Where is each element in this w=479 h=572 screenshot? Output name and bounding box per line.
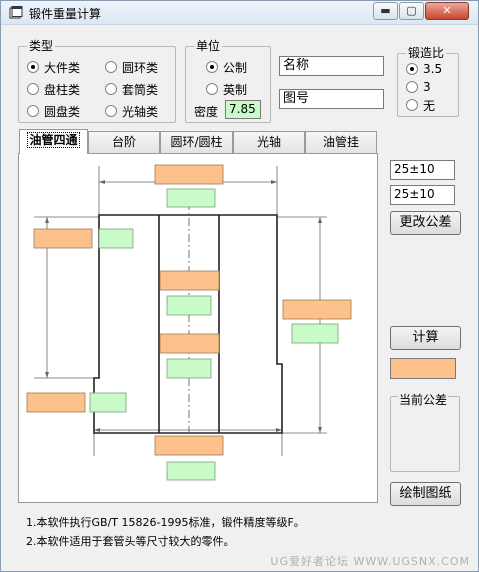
radio-label: 套筒类 bbox=[122, 82, 159, 97]
middle-bore-result bbox=[166, 358, 212, 379]
window-title: 锻件重量计算 bbox=[29, 7, 102, 21]
close-button[interactable]: ✕ bbox=[425, 2, 469, 20]
tab-step[interactable]: 台阶 bbox=[88, 131, 160, 153]
radio-dot bbox=[406, 81, 418, 93]
right-height-result bbox=[291, 323, 339, 344]
tab-shaft[interactable]: 光轴 bbox=[233, 131, 305, 153]
current-tolerance-title: 当前公差 bbox=[398, 392, 449, 408]
maximize-button[interactable]: ▢ bbox=[399, 2, 424, 20]
left-height-result bbox=[98, 228, 134, 249]
right-height-input[interactable] bbox=[282, 299, 352, 320]
minimize-button[interactable]: ▬ bbox=[373, 2, 398, 20]
radio-dot bbox=[27, 83, 39, 95]
radio-label: 圆盘类 bbox=[44, 104, 81, 119]
calculate-button[interactable]: 计算 bbox=[390, 326, 461, 350]
radio-label: 英制 bbox=[223, 82, 248, 97]
type-group-title: 类型 bbox=[27, 38, 56, 54]
top-width-result bbox=[166, 188, 216, 208]
radio-dot bbox=[105, 105, 117, 117]
bottom-width-result bbox=[166, 461, 216, 481]
upper-bore-result bbox=[166, 295, 212, 316]
radio-metric[interactable]: 公制 bbox=[206, 59, 247, 75]
radio-sleeve[interactable]: 套筒类 bbox=[105, 81, 158, 97]
app-icon bbox=[9, 6, 23, 19]
tolerance-input-2[interactable]: 25±10 bbox=[390, 185, 455, 205]
forging-ratio-group: 锻造比 3.5 3 无 bbox=[397, 45, 459, 117]
radio-dot bbox=[206, 61, 218, 73]
watermark: UG爱好者论坛 WWW.UGSNX.COM bbox=[270, 555, 470, 568]
radio-label: 大件类 bbox=[44, 60, 81, 75]
left-height-input[interactable] bbox=[33, 228, 93, 249]
unit-group: 单位 公制 英制 密度 7.85 bbox=[185, 38, 271, 123]
type-group: 类型 大件类 盘柱类 圆盘类 圆环类 套筒类 光轴类 bbox=[18, 38, 176, 123]
tab-oil-pipe-cross[interactable]: 油管四通 bbox=[19, 129, 88, 154]
note-standard: 1.本软件执行GB/T 15826-1995标准，锻件精度等级F。 bbox=[26, 516, 305, 529]
radio-ratio-3-5[interactable]: 3.5 bbox=[406, 61, 442, 77]
radio-ring[interactable]: 圆环类 bbox=[105, 59, 158, 75]
radio-large-part[interactable]: 大件类 bbox=[27, 59, 80, 75]
app-window: 锻件重量计算 ▬ ▢ ✕ 类型 大件类 盘柱类 圆盘类 圆环类 套筒类 光轴类 bbox=[0, 0, 479, 572]
tab-label: 台阶 bbox=[111, 135, 136, 149]
tab-label: 油管挂 bbox=[322, 135, 359, 149]
top-width-input[interactable] bbox=[154, 164, 224, 185]
tab-tubing-hanger[interactable]: 油管挂 bbox=[305, 131, 377, 153]
drawing-no-input[interactable]: 图号 bbox=[279, 89, 384, 109]
radio-dot bbox=[27, 61, 39, 73]
radio-shaft[interactable]: 光轴类 bbox=[105, 103, 158, 119]
middle-bore-input[interactable] bbox=[159, 333, 220, 354]
radio-label: 盘柱类 bbox=[44, 82, 81, 97]
left-step-input[interactable] bbox=[26, 392, 86, 413]
upper-bore-input[interactable] bbox=[159, 270, 220, 291]
density-input[interactable]: 7.85 bbox=[225, 100, 261, 119]
left-step-result bbox=[89, 392, 127, 413]
unit-group-title: 单位 bbox=[194, 38, 223, 54]
radio-label: 圆环类 bbox=[122, 60, 159, 75]
drawing-panel bbox=[18, 153, 378, 503]
radio-label: 3.5 bbox=[423, 62, 443, 76]
radio-label: 3 bbox=[423, 80, 431, 94]
radio-label: 无 bbox=[423, 98, 436, 113]
radio-dot bbox=[27, 105, 39, 117]
name-input[interactable]: 名称 bbox=[279, 56, 384, 76]
radio-dot bbox=[105, 61, 117, 73]
tab-label: 光轴 bbox=[256, 135, 281, 149]
radio-dot bbox=[105, 83, 117, 95]
tolerance-input-1[interactable]: 25±10 bbox=[390, 160, 455, 180]
radio-label: 光轴类 bbox=[122, 104, 159, 119]
radio-imperial[interactable]: 英制 bbox=[206, 81, 247, 97]
radio-dot bbox=[206, 83, 218, 95]
change-tolerance-button[interactable]: 更改公差 bbox=[390, 211, 461, 235]
part-drawing bbox=[26, 164, 352, 481]
radio-ratio-none[interactable]: 无 bbox=[406, 97, 435, 113]
draw-drawing-button[interactable]: 绘制图纸 bbox=[390, 482, 461, 506]
tab-label: 油管四通 bbox=[27, 132, 80, 148]
title-bar[interactable]: 锻件重量计算 ▬ ▢ ✕ bbox=[1, 1, 478, 25]
tab-ring-cylinder[interactable]: 圆环/圆柱 bbox=[160, 131, 233, 153]
radio-round-disc[interactable]: 圆盘类 bbox=[27, 103, 80, 119]
radio-ratio-3[interactable]: 3 bbox=[406, 79, 431, 95]
weight-result-field bbox=[390, 358, 456, 379]
forging-ratio-title: 锻造比 bbox=[406, 45, 447, 61]
tab-label: 圆环/圆柱 bbox=[170, 135, 223, 149]
bottom-width-input[interactable] bbox=[154, 435, 224, 456]
radio-disc-column[interactable]: 盘柱类 bbox=[27, 81, 80, 97]
note-scope: 2.本软件适用于套管头等尺寸较大的零件。 bbox=[26, 535, 235, 548]
radio-label: 公制 bbox=[223, 60, 248, 75]
density-label: 密度 bbox=[194, 105, 219, 119]
current-tolerance-group: 当前公差 bbox=[390, 392, 460, 472]
radio-dot bbox=[406, 99, 418, 111]
radio-dot bbox=[406, 63, 418, 75]
